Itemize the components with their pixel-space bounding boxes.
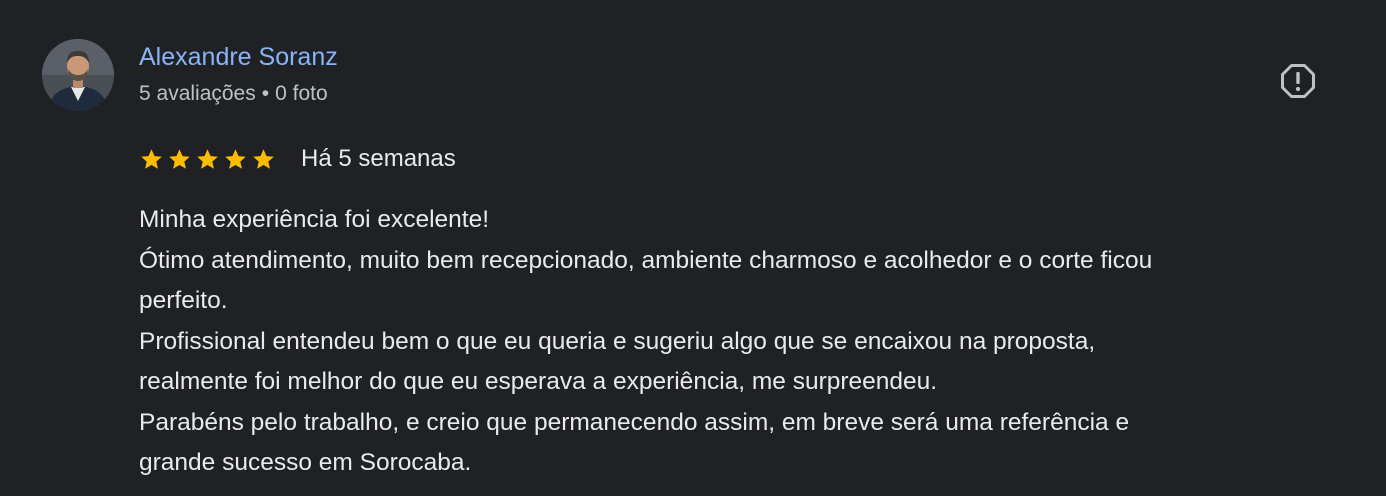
review-text-line: perfeito. [139, 287, 228, 314]
review-text-line: Parabéns pelo trabalho, e creio que perm… [139, 408, 1130, 436]
star-icon [169, 148, 190, 169]
star-icon [141, 148, 162, 169]
report-review-button[interactable] [1272, 55, 1324, 107]
author-stats: 5 avaliações • 0 foto [139, 79, 328, 109]
review-text-line: Profissional entendeu bem o que eu queri… [139, 327, 1096, 355]
review-card: Alexandre Soranz 5 avaliações • 0 foto Há … [0, 0, 1386, 496]
report-flag-icon [1281, 64, 1315, 98]
avatar-image [42, 39, 114, 111]
reviews-count: 5 avaliações [139, 82, 256, 105]
photos-count: 0 foto [275, 82, 328, 105]
review-text-line: Minha experiência foi excelente! [139, 206, 490, 233]
review-date: Há 5 semanas [301, 145, 456, 172]
review-text-line: grande sucesso em Sorocaba. [139, 449, 472, 476]
review-text-line: realmente foi melhor do que eu esperava … [139, 368, 938, 395]
star-rating [139, 147, 276, 172]
rating-row: Há 5 semanas [139, 142, 456, 176]
review-text-line: Ótimo atendimento, muito bem recepcionad… [139, 246, 1153, 274]
avatar[interactable] [42, 39, 114, 111]
star-icon [225, 148, 246, 169]
star-icon [253, 148, 274, 169]
author-name-link[interactable]: Alexandre Soranz [139, 41, 338, 73]
review-text: Minha experiência foi excelente! Ótimo at… [139, 200, 1354, 484]
star-icon [197, 148, 218, 169]
meta-separator: • [261, 82, 270, 105]
